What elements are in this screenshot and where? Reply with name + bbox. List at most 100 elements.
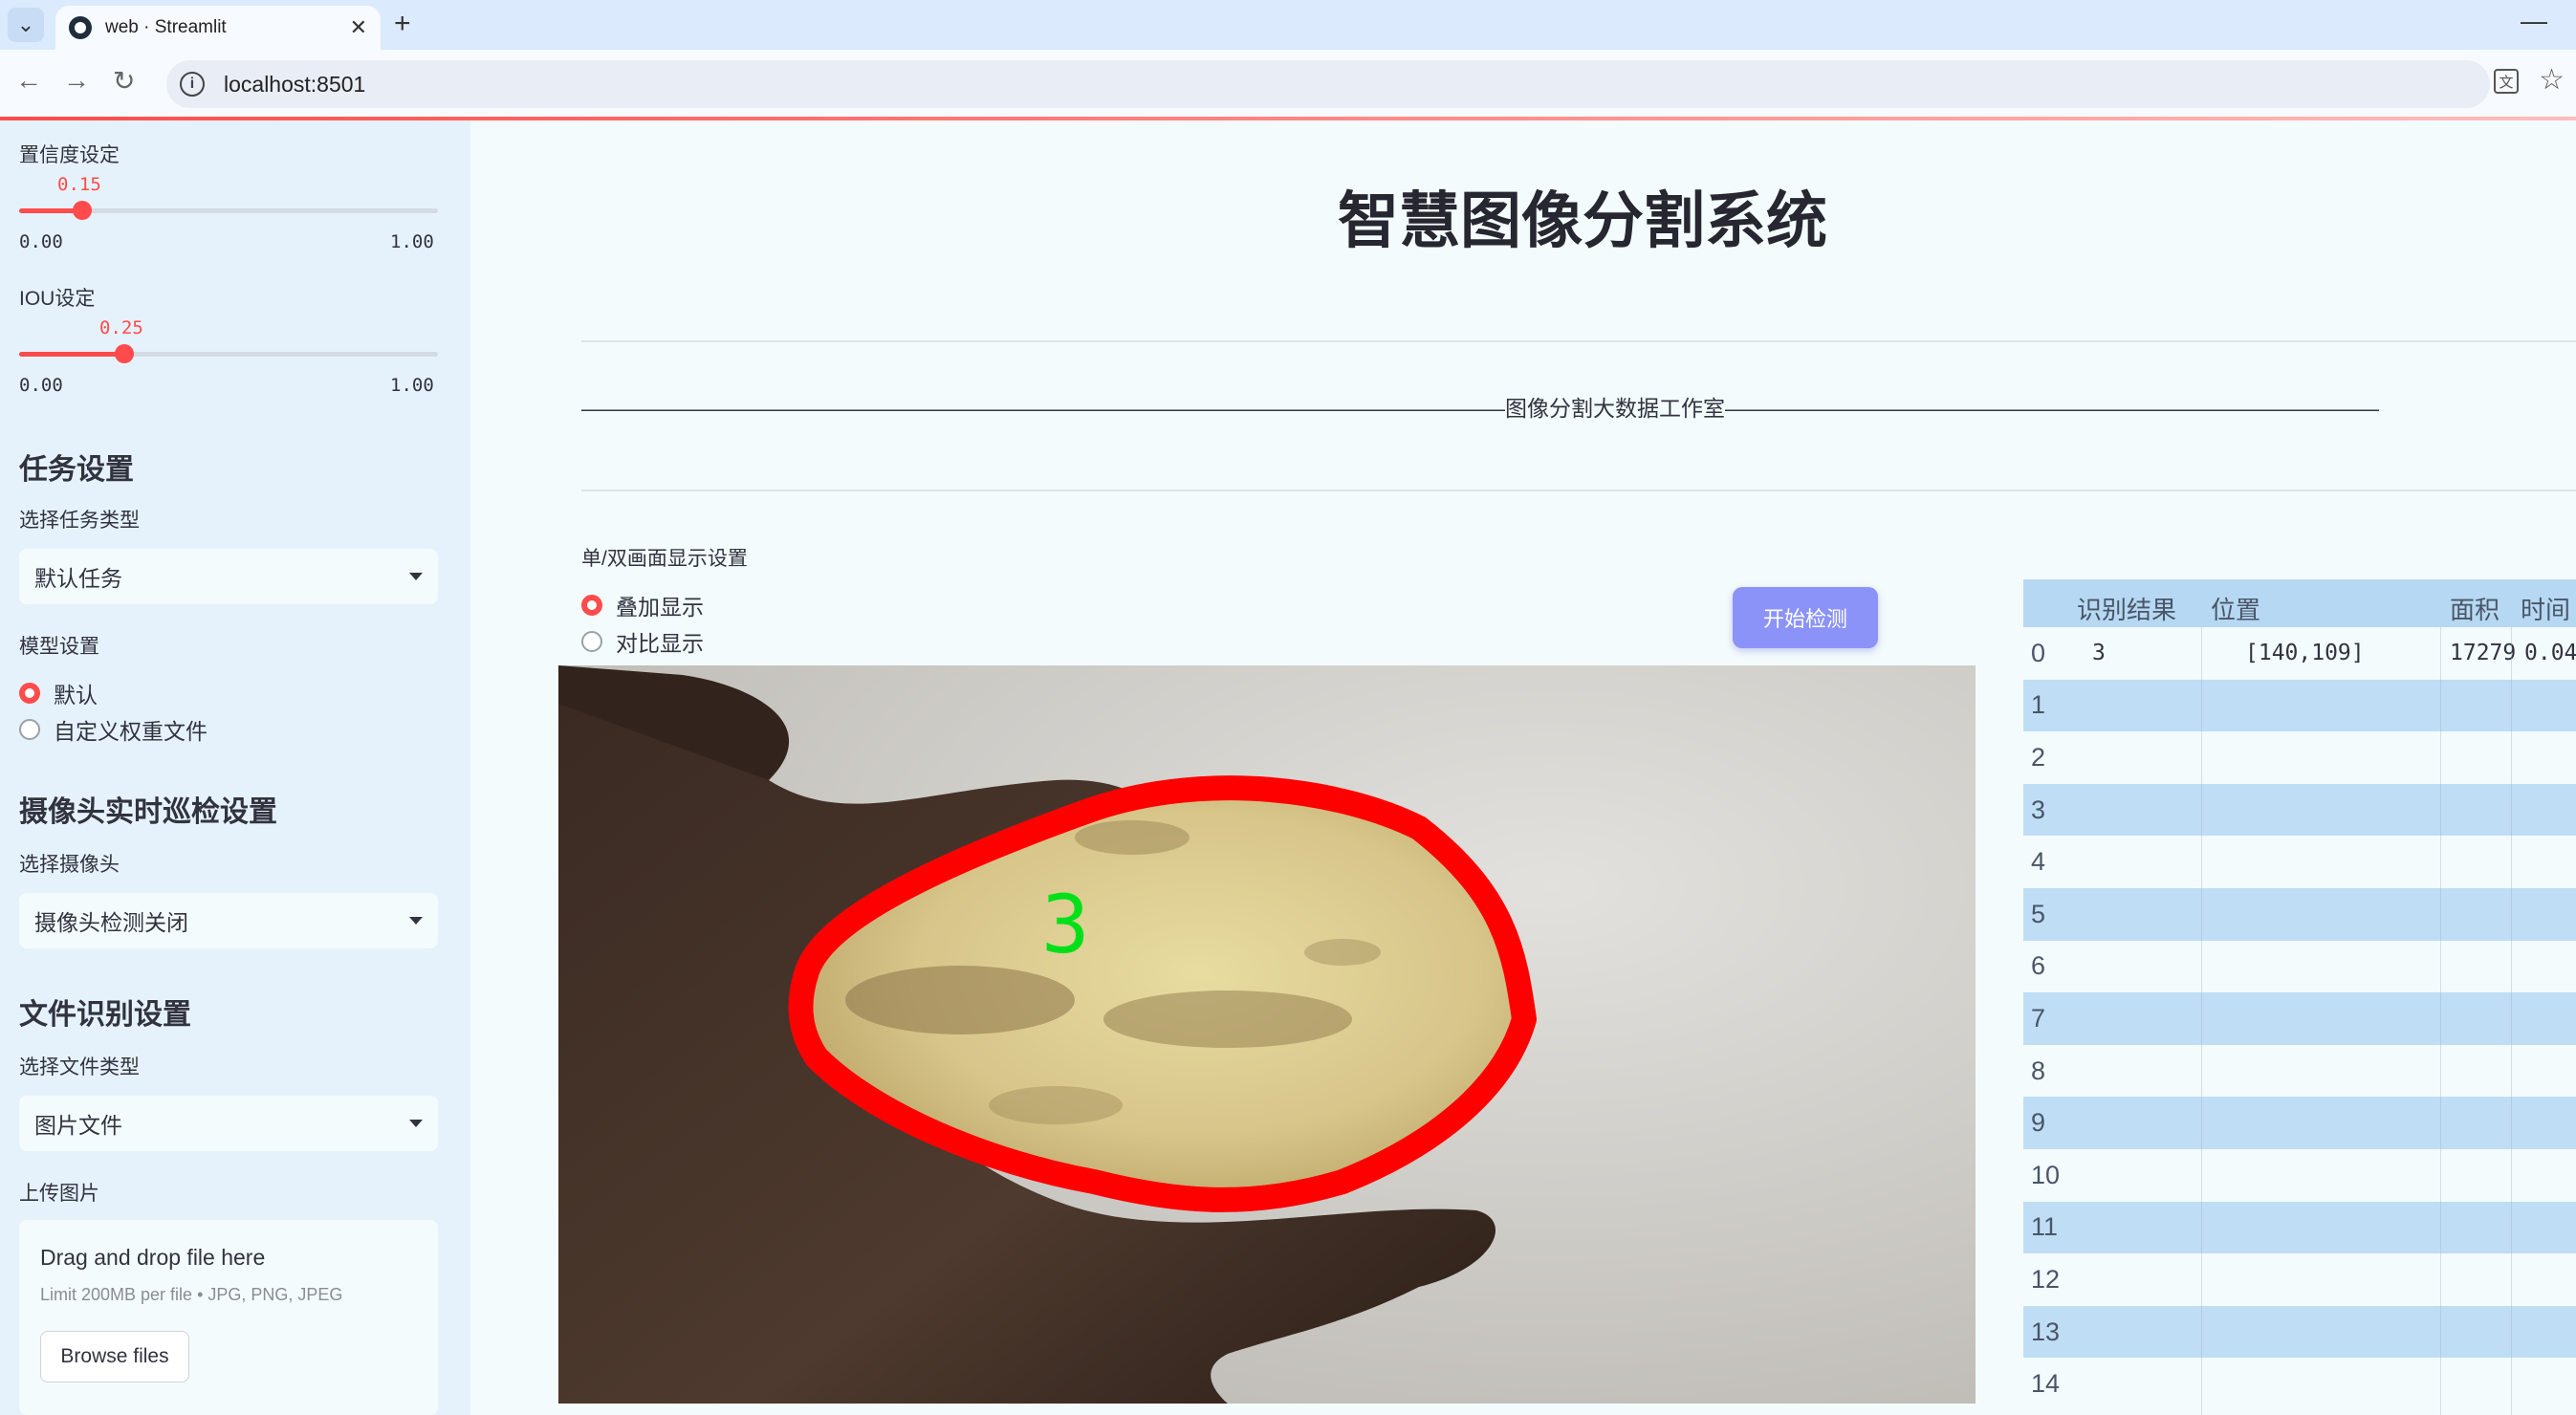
start-detection-button[interactable]: 开始检测 bbox=[1733, 587, 1878, 648]
new-tab-plus-icon[interactable]: + bbox=[394, 8, 411, 40]
display-option-overlay[interactable]: 叠加显示 bbox=[581, 589, 704, 621]
tab-title: web · Streamlit bbox=[105, 17, 227, 37]
cell-time: 0.04 bbox=[2524, 641, 2576, 666]
table-row[interactable]: 2 bbox=[2023, 731, 2576, 784]
row-index: 10 bbox=[2031, 1160, 2061, 1189]
row-index: 11 bbox=[2031, 1212, 2059, 1242]
iou-slider-thumb[interactable] bbox=[114, 344, 134, 363]
table-row[interactable]: 12 bbox=[2023, 1253, 2576, 1306]
browser-tab-bar: ⌄ web · Streamlit ✕ + — bbox=[0, 0, 2576, 50]
confidence-label: 置信度设定 bbox=[19, 144, 120, 166]
confidence-slider[interactable] bbox=[19, 201, 438, 220]
forward-arrow-icon[interactable]: → bbox=[63, 65, 90, 96]
sidebar: 置信度设定 0.15 0.00 1.00 IOU设定 0.25 0.00 1.0… bbox=[0, 120, 470, 1415]
table-row[interactable]: 3 bbox=[2023, 783, 2576, 837]
cell-result: 3 bbox=[2092, 641, 2106, 666]
chevron-down-icon bbox=[409, 1120, 423, 1127]
display-option-label: 对比显示 bbox=[616, 631, 704, 656]
column-header-position[interactable]: 位置 bbox=[2211, 591, 2260, 626]
model-option-custom[interactable]: 自定义权重文件 bbox=[19, 713, 207, 746]
model-option-label: 默认 bbox=[54, 683, 98, 708]
table-row[interactable]: 1 bbox=[2023, 679, 2576, 732]
row-index: 8 bbox=[2031, 1056, 2046, 1085]
table-row[interactable]: 8 bbox=[2023, 1044, 2576, 1098]
address-bar: ← → ↻ i localhost:8501 文 ☆ bbox=[0, 50, 2576, 119]
table-row[interactable]: 9 bbox=[2023, 1097, 2576, 1149]
detection-label: 3 bbox=[1041, 878, 1090, 971]
dropzone-limit: Limit 200MB per file • JPG, PNG, JPEG bbox=[40, 1285, 343, 1304]
display-option-compare[interactable]: 对比显示 bbox=[581, 625, 704, 658]
back-arrow-icon[interactable]: ← bbox=[15, 65, 42, 96]
radio-unselected-icon[interactable] bbox=[19, 719, 40, 740]
row-index: 1 bbox=[2031, 690, 2046, 720]
table-row[interactable]: 0 3 [140,109] 17279 0.04 bbox=[2023, 627, 2576, 680]
row-index: 14 bbox=[2031, 1369, 2061, 1399]
file-type-select[interactable]: 图片文件 bbox=[19, 1096, 438, 1151]
radio-selected-icon[interactable] bbox=[581, 595, 602, 616]
divider bbox=[581, 340, 2576, 342]
table-row[interactable]: 7 bbox=[2023, 992, 2576, 1045]
row-index: 2 bbox=[2031, 742, 2046, 772]
camera-select[interactable]: 摄像头检测关闭 bbox=[19, 893, 438, 948]
browser-tab[interactable]: web · Streamlit ✕ bbox=[55, 6, 381, 50]
radio-unselected-icon[interactable] bbox=[581, 631, 602, 652]
column-header-time[interactable]: 时间 bbox=[2521, 591, 2570, 626]
table-row[interactable]: 6 bbox=[2023, 940, 2576, 993]
potato-in-hand-picture: 3 bbox=[558, 665, 1976, 1404]
results-table[interactable]: 识别结果 位置 面积 时间 0 3 [140,109] 17279 0.04 1 2 3 4 5 6… bbox=[2023, 579, 2576, 1415]
iou-slider-fill bbox=[19, 352, 124, 357]
url-field[interactable]: i localhost:8501 bbox=[166, 60, 2490, 108]
file-dropzone[interactable]: Drag and drop file here Limit 200MB per … bbox=[19, 1220, 438, 1415]
file-type-label: 选择文件类型 bbox=[19, 1056, 140, 1078]
table-row[interactable]: 14 bbox=[2023, 1358, 2576, 1410]
table-row[interactable]: 13 bbox=[2023, 1305, 2576, 1359]
row-index: 6 bbox=[2031, 951, 2046, 981]
studio-banner: ————————————————————————————————————————… bbox=[581, 396, 2379, 421]
file-type-selected: 图片文件 bbox=[34, 1113, 122, 1138]
site-info-icon[interactable]: i bbox=[180, 72, 205, 97]
confidence-value: 0.15 bbox=[57, 174, 101, 195]
model-settings-label: 模型设置 bbox=[19, 636, 99, 658]
task-type-select[interactable]: 默认任务 bbox=[19, 549, 438, 604]
task-settings-heading: 任务设置 bbox=[19, 454, 134, 486]
row-index: 7 bbox=[2031, 1003, 2046, 1033]
task-type-label: 选择任务类型 bbox=[19, 510, 140, 532]
row-index: 4 bbox=[2031, 847, 2046, 877]
display-mode-label: 单/双画面显示设置 bbox=[581, 548, 748, 570]
bookmark-star-icon[interactable]: ☆ bbox=[2539, 63, 2565, 97]
cell-area: 17279 bbox=[2450, 641, 2517, 666]
browse-files-button[interactable]: Browse files bbox=[40, 1331, 189, 1382]
reload-icon[interactable]: ↻ bbox=[113, 65, 135, 97]
cell-position: [140,109] bbox=[2245, 641, 2365, 666]
confidence-max: 1.00 bbox=[390, 231, 434, 252]
table-row[interactable]: 5 bbox=[2023, 888, 2576, 941]
column-divider bbox=[2201, 627, 2202, 1415]
column-header-area[interactable]: 面积 bbox=[2450, 591, 2500, 626]
camera-selected: 摄像头检测关闭 bbox=[34, 910, 188, 935]
iou-min: 0.00 bbox=[19, 375, 63, 396]
column-header-result[interactable]: 识别结果 bbox=[2077, 591, 2176, 626]
row-index: 13 bbox=[2031, 1317, 2061, 1346]
translate-icon[interactable]: 文 bbox=[2494, 69, 2519, 94]
close-icon[interactable]: ✕ bbox=[350, 15, 367, 40]
page-title: 智慧图像分割系统 bbox=[1338, 186, 1827, 255]
model-option-default[interactable]: 默认 bbox=[19, 677, 98, 709]
row-index: 5 bbox=[2031, 899, 2046, 928]
iou-slider[interactable] bbox=[19, 344, 438, 363]
table-row[interactable]: 11 bbox=[2023, 1201, 2576, 1254]
dropzone-title: Drag and drop file here bbox=[40, 1245, 266, 1270]
table-row[interactable]: 4 bbox=[2023, 836, 2576, 888]
column-divider bbox=[2440, 627, 2441, 1415]
upload-label: 上传图片 bbox=[19, 1183, 99, 1205]
confidence-slider-thumb[interactable] bbox=[72, 201, 92, 220]
row-index: 0 bbox=[2031, 638, 2046, 667]
model-option-label: 自定义权重文件 bbox=[54, 719, 207, 744]
minimize-icon[interactable]: — bbox=[2521, 6, 2547, 36]
camera-select-label: 选择摄像头 bbox=[19, 854, 120, 876]
streamlit-favicon-icon bbox=[69, 16, 92, 39]
row-index: 12 bbox=[2031, 1264, 2061, 1294]
table-row[interactable]: 10 bbox=[2023, 1149, 2576, 1202]
segmentation-result-image: 3 bbox=[558, 665, 1976, 1404]
tab-search-icon[interactable]: ⌄ bbox=[8, 8, 44, 42]
radio-selected-icon[interactable] bbox=[19, 683, 40, 704]
